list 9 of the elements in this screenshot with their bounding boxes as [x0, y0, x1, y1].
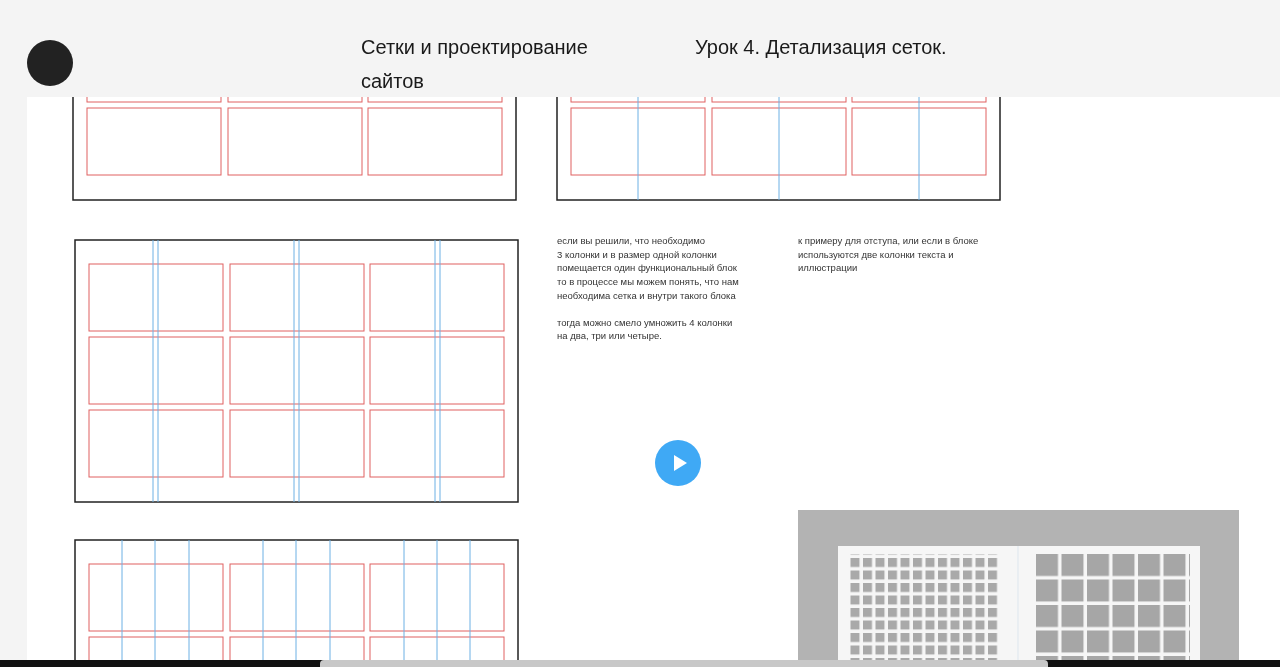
play-button[interactable]: [655, 440, 701, 486]
paragraph: если вы решили, что необходимо 3 колонки и в размер одной колонки помещается один функциональный блок то в процессе мы можем понять, что нам необходима сетка и внутри такого блока: [557, 234, 739, 303]
lesson-title: Урок 4. Детализация сеток.: [695, 35, 947, 60]
paragraph: тогда можно смело умножить 4 колонки на два, три или четыре.: [557, 315, 734, 343]
course-title: Сетки и проектирование сайтов: [361, 35, 589, 94]
avatar: [27, 40, 73, 86]
scrollbar[interactable]: [320, 660, 1048, 667]
play-icon: [673, 455, 687, 471]
paragraph: к примеру для отступа, или если в блоке используются две колонки текста и иллюстрации: [798, 234, 979, 276]
